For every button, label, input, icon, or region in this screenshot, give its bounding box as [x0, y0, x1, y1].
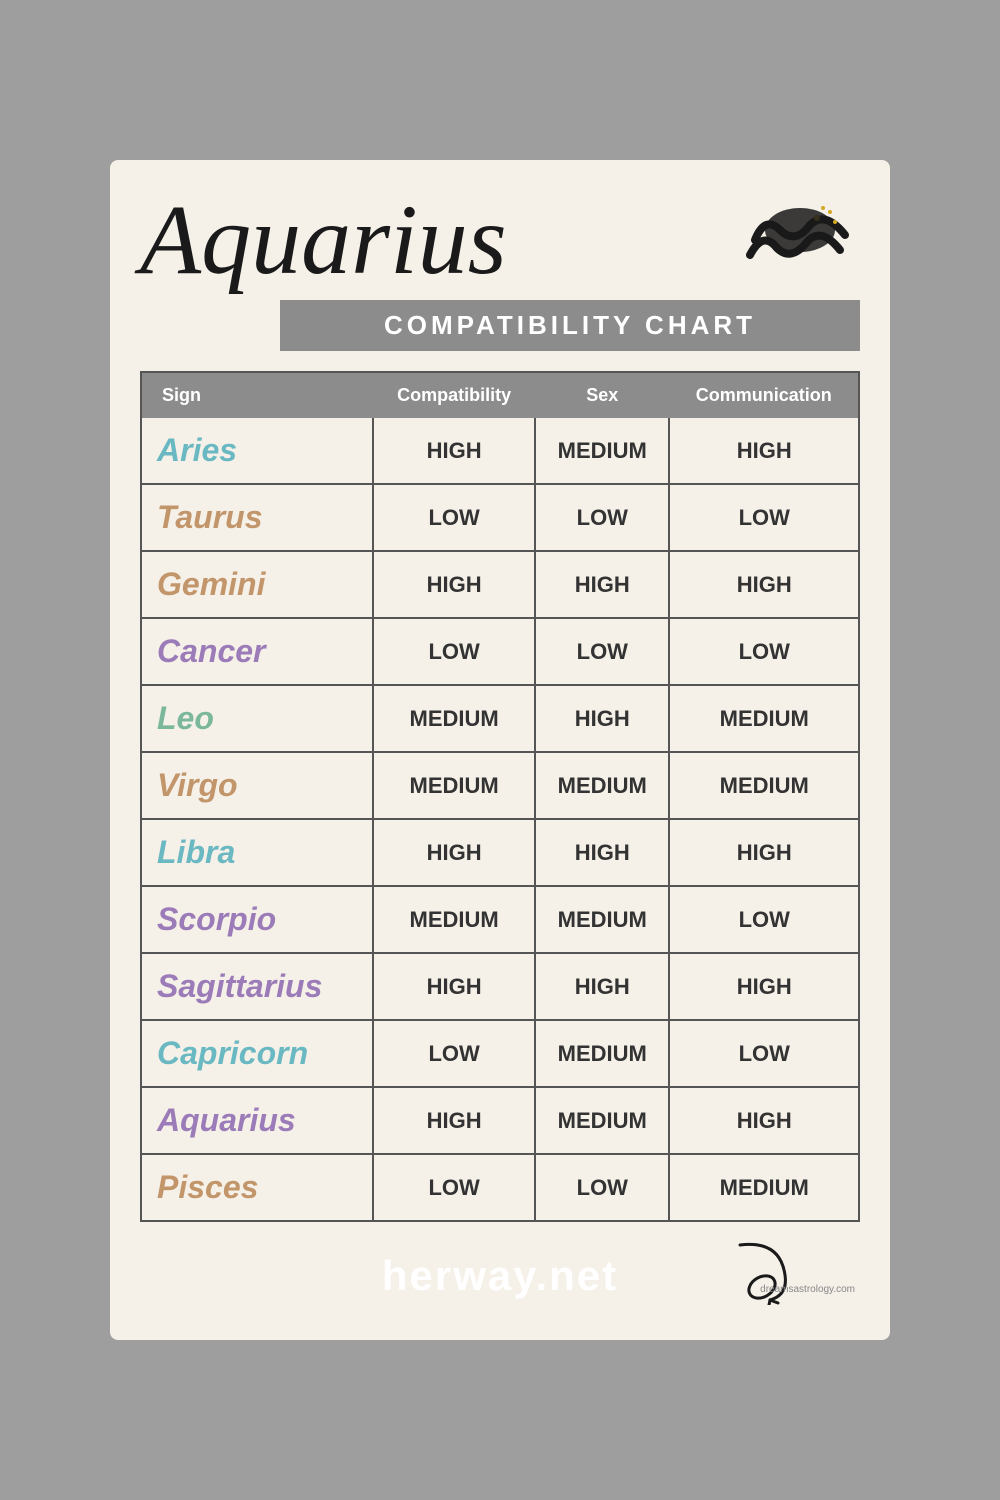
- table-row: Taurus LOW LOW LOW: [142, 484, 858, 551]
- table-row: Aquarius HIGH MEDIUM HIGH: [142, 1087, 858, 1154]
- compatibility-cell: MEDIUM: [373, 752, 535, 819]
- table-row: Pisces LOW LOW MEDIUM: [142, 1154, 858, 1220]
- table-row: Leo MEDIUM HIGH MEDIUM: [142, 685, 858, 752]
- table-row: Capricorn LOW MEDIUM LOW: [142, 1020, 858, 1087]
- sign-name: Aquarius: [157, 1102, 296, 1138]
- communication-cell: HIGH: [669, 1087, 858, 1154]
- sex-cell: HIGH: [535, 953, 669, 1020]
- col-sex: Sex: [535, 373, 669, 418]
- sign-cell: Aquarius: [142, 1087, 373, 1154]
- compatibility-cell: LOW: [373, 484, 535, 551]
- sign-name: Leo: [157, 700, 214, 736]
- col-communication: Communication: [669, 373, 858, 418]
- sign-name: Gemini: [157, 566, 265, 602]
- col-sign: Sign: [142, 373, 373, 418]
- communication-cell: LOW: [669, 618, 858, 685]
- col-compatibility: Compatibility: [373, 373, 535, 418]
- table-row: Aries HIGH MEDIUM HIGH: [142, 418, 858, 484]
- sign-name: Pisces: [157, 1169, 258, 1205]
- sex-cell: HIGH: [535, 819, 669, 886]
- compatibility-cell: HIGH: [373, 418, 535, 484]
- table-row: Gemini HIGH HIGH HIGH: [142, 551, 858, 618]
- communication-cell: HIGH: [669, 953, 858, 1020]
- sign-cell: Cancer: [142, 618, 373, 685]
- page-title: Aquarius: [140, 190, 740, 290]
- compatibility-cell: MEDIUM: [373, 685, 535, 752]
- footer-decoration-icon: [720, 1235, 800, 1310]
- table-row: Virgo MEDIUM MEDIUM MEDIUM: [142, 752, 858, 819]
- communication-cell: MEDIUM: [669, 1154, 858, 1220]
- subtitle-bar: COMPATIBILITY CHART: [280, 300, 860, 351]
- communication-cell: HIGH: [669, 819, 858, 886]
- aquarius-symbol-icon: [740, 195, 860, 285]
- compatibility-cell: HIGH: [373, 819, 535, 886]
- sign-cell: Taurus: [142, 484, 373, 551]
- sign-name: Scorpio: [157, 901, 276, 937]
- communication-cell: MEDIUM: [669, 685, 858, 752]
- watermark: dreamsastrology.com: [760, 1284, 855, 1295]
- compatibility-cell: LOW: [373, 618, 535, 685]
- compatibility-cell: HIGH: [373, 953, 535, 1020]
- compatibility-cell: HIGH: [373, 551, 535, 618]
- communication-cell: HIGH: [669, 418, 858, 484]
- sex-cell: HIGH: [535, 551, 669, 618]
- compatibility-cell: HIGH: [373, 1087, 535, 1154]
- sex-cell: MEDIUM: [535, 886, 669, 953]
- sex-cell: MEDIUM: [535, 1087, 669, 1154]
- sex-cell: LOW: [535, 618, 669, 685]
- sign-cell: Pisces: [142, 1154, 373, 1220]
- sign-cell: Gemini: [142, 551, 373, 618]
- communication-cell: LOW: [669, 484, 858, 551]
- sign-name: Sagittarius: [157, 968, 322, 1004]
- sign-name: Libra: [157, 834, 235, 870]
- sign-name: Aries: [157, 432, 237, 468]
- sex-cell: HIGH: [535, 685, 669, 752]
- sex-cell: MEDIUM: [535, 752, 669, 819]
- sign-cell: Aries: [142, 418, 373, 484]
- sign-cell: Libra: [142, 819, 373, 886]
- sex-cell: LOW: [535, 1154, 669, 1220]
- sign-cell: Sagittarius: [142, 953, 373, 1020]
- table-row: Sagittarius HIGH HIGH HIGH: [142, 953, 858, 1020]
- sign-name: Virgo: [157, 767, 238, 803]
- compatibility-cell: MEDIUM: [373, 886, 535, 953]
- communication-cell: HIGH: [669, 551, 858, 618]
- sex-cell: LOW: [535, 484, 669, 551]
- sign-name: Taurus: [157, 499, 263, 535]
- table-row: Scorpio MEDIUM MEDIUM LOW: [142, 886, 858, 953]
- communication-cell: MEDIUM: [669, 752, 858, 819]
- footer: herway.net dreamsastrology.com: [140, 1252, 860, 1300]
- sign-cell: Scorpio: [142, 886, 373, 953]
- sign-name: Capricorn: [157, 1035, 308, 1071]
- compatibility-cell: LOW: [373, 1154, 535, 1220]
- compatibility-cell: LOW: [373, 1020, 535, 1087]
- table-row: Cancer LOW LOW LOW: [142, 618, 858, 685]
- sex-cell: MEDIUM: [535, 1020, 669, 1087]
- sign-cell: Leo: [142, 685, 373, 752]
- sign-cell: Capricorn: [142, 1020, 373, 1087]
- compatibility-table: Sign Compatibility Sex Communication Ari…: [140, 371, 860, 1222]
- communication-cell: LOW: [669, 886, 858, 953]
- sex-cell: MEDIUM: [535, 418, 669, 484]
- sign-cell: Virgo: [142, 752, 373, 819]
- sign-name: Cancer: [157, 633, 266, 669]
- table-row: Libra HIGH HIGH HIGH: [142, 819, 858, 886]
- communication-cell: LOW: [669, 1020, 858, 1087]
